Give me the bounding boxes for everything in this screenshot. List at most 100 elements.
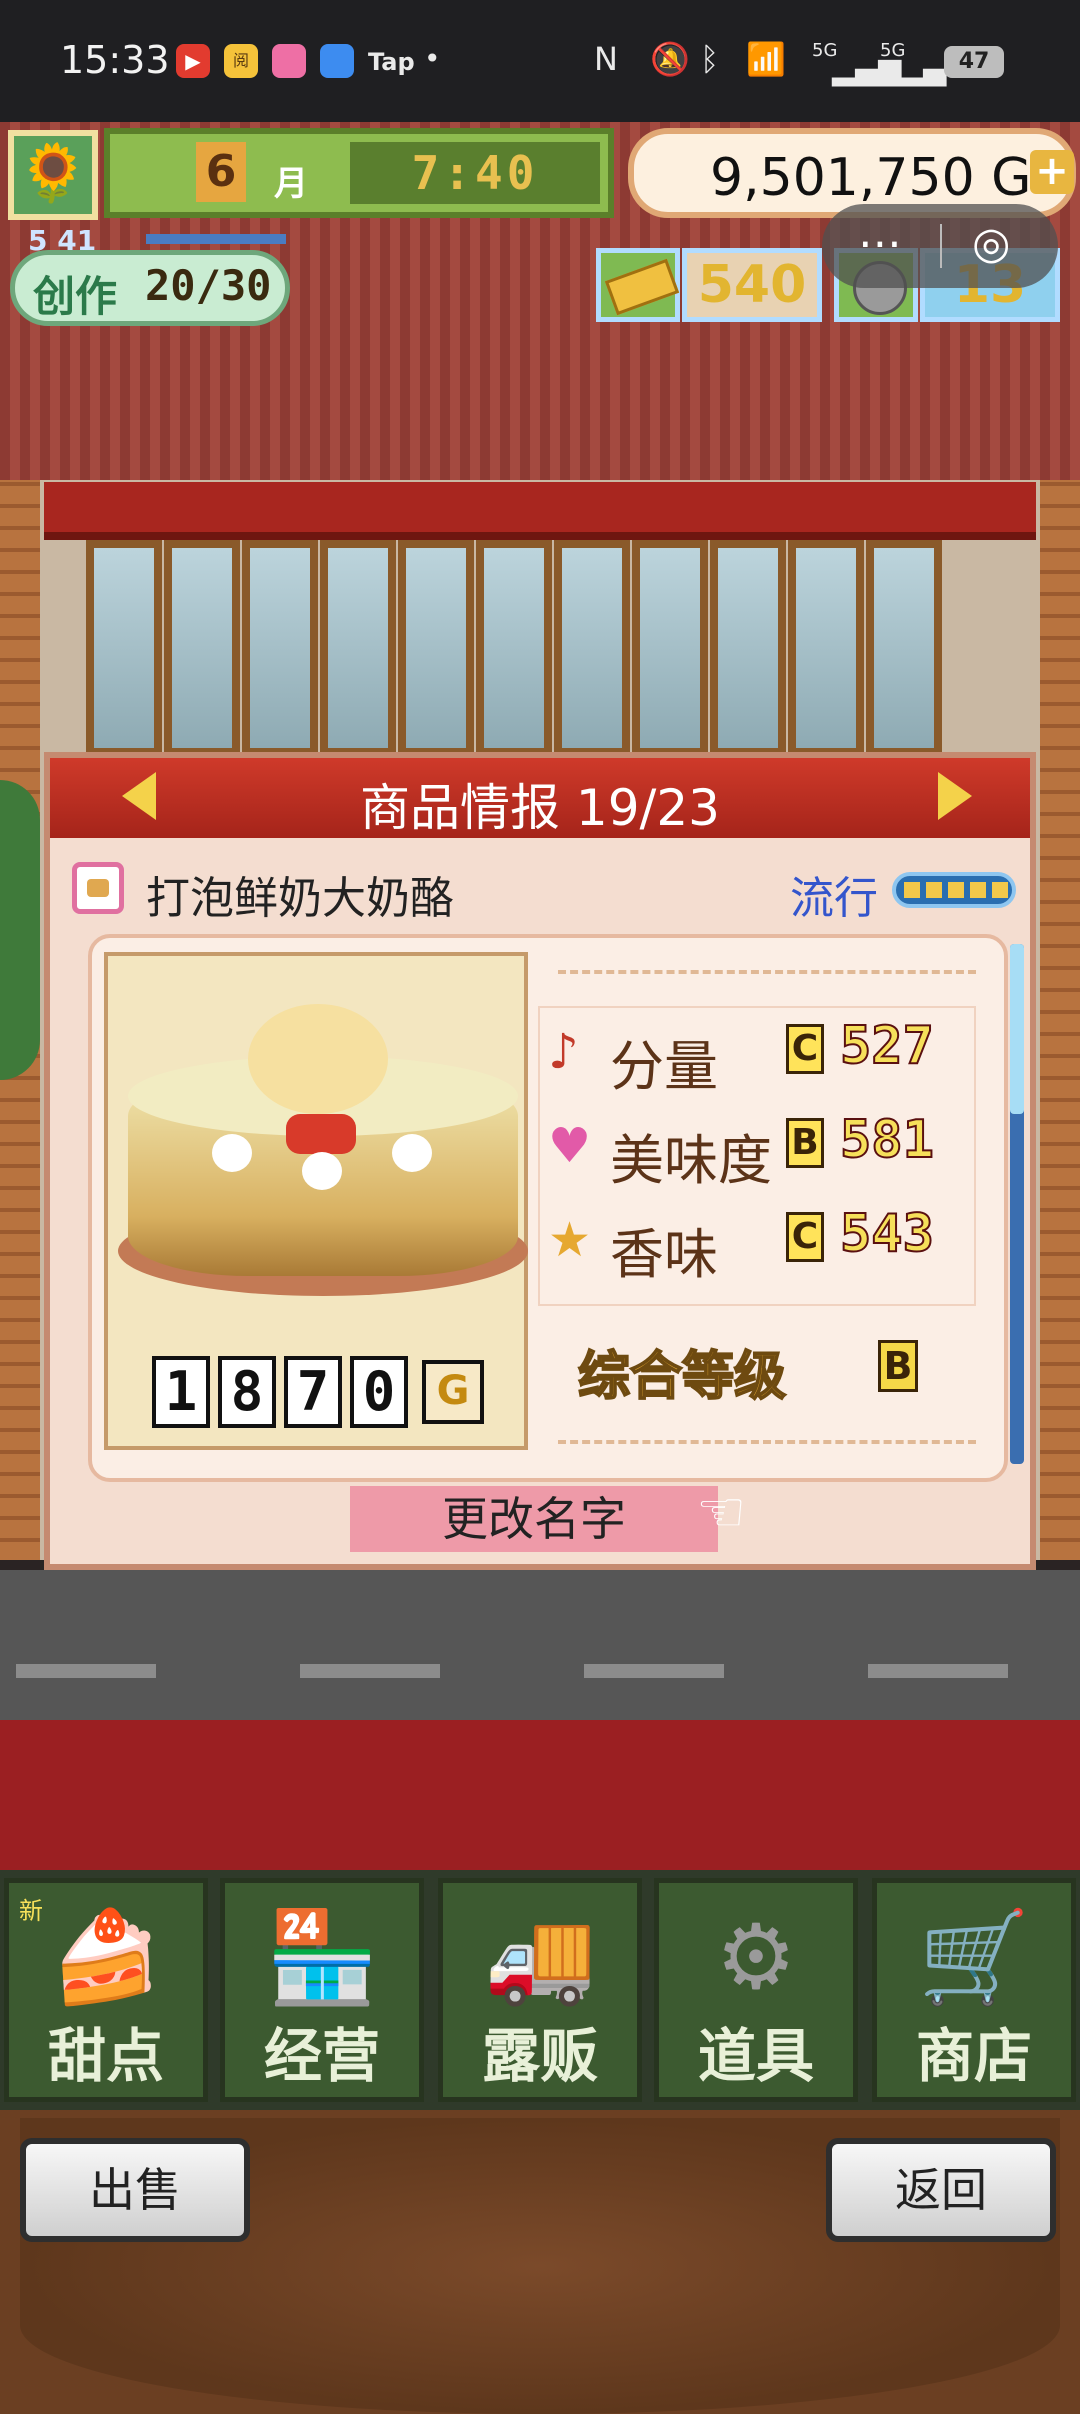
dialog-title-bar: 商品情报 19/23 bbox=[50, 758, 1030, 838]
trend-gauge-segment bbox=[992, 882, 1008, 898]
shop-window bbox=[866, 540, 942, 756]
shop-window bbox=[476, 540, 552, 756]
road-marking bbox=[300, 1664, 440, 1678]
price-digit: 0 bbox=[350, 1356, 408, 1428]
scrollbar-thumb[interactable] bbox=[1010, 944, 1024, 1114]
month-number: 6 bbox=[196, 142, 246, 202]
shop-window bbox=[710, 540, 786, 756]
cart-icon: 🛒 bbox=[917, 1905, 1031, 2010]
shop-window bbox=[398, 540, 474, 756]
rank-progress-bar bbox=[146, 234, 286, 244]
stat-row-aroma: ★ 香味 C 543 bbox=[540, 1196, 978, 1286]
trend-gauge-segment bbox=[904, 882, 920, 898]
tree-left bbox=[0, 780, 40, 1080]
shop-window bbox=[242, 540, 318, 756]
trend-gauge-segment bbox=[948, 882, 964, 898]
month-unit: 月 bbox=[274, 164, 308, 204]
trend-gauge bbox=[892, 872, 1016, 908]
cake-icon: 🍰 bbox=[49, 1905, 163, 2010]
ticket-count: 540 bbox=[682, 248, 822, 322]
price-digit: 8 bbox=[218, 1356, 276, 1428]
back-button[interactable]: 返回 bbox=[826, 2138, 1056, 2242]
cream-dollop bbox=[302, 1152, 342, 1190]
red-carpet bbox=[0, 1720, 1080, 1870]
cream-dollop bbox=[212, 1134, 252, 1172]
pointing-hand-icon: ☜ bbox=[696, 1480, 747, 1545]
date-display: 6 月 7:40 bbox=[104, 128, 614, 218]
gold-amount: 9,501,750 G bbox=[710, 148, 1032, 208]
price-digit: 7 bbox=[284, 1356, 342, 1428]
sunflower-icon[interactable]: 🌻 bbox=[8, 130, 98, 220]
notification-dot: • bbox=[424, 42, 441, 75]
pill-divider bbox=[940, 224, 942, 268]
nav-label: 甜点 bbox=[47, 2022, 164, 2090]
stat-name: 香味 bbox=[610, 1223, 718, 1286]
overall-rating-row: 综合等级 B bbox=[538, 1334, 976, 1408]
product-image-frame: 1 8 7 0 G bbox=[104, 952, 528, 1450]
gold-ticket-icon bbox=[596, 248, 680, 322]
reading-app-icon: 阅 bbox=[224, 44, 258, 78]
cream-scoop bbox=[248, 1004, 388, 1114]
road-marking bbox=[584, 1664, 724, 1678]
product-info-dialog: 商品情报 19/23 打泡鲜奶大奶酪 流行 1 8 7 0 G ♪ 分量 C 5… bbox=[44, 752, 1036, 1570]
road-marking bbox=[16, 1664, 156, 1678]
stat-row-volume: ♪ 分量 C 527 bbox=[540, 1008, 978, 1098]
sell-button[interactable]: 出售 bbox=[20, 2138, 250, 2242]
more-dots-icon[interactable]: ⋯ bbox=[858, 218, 902, 269]
rename-button[interactable]: 更改名字 bbox=[350, 1486, 718, 1552]
ticket-shape bbox=[604, 258, 680, 316]
status-bar: 15:33 ▶ 阅 Tap • N 🔕 ᛒ 📶 5G ▂▄▆ 5G ▂▄ 47 bbox=[0, 0, 1080, 122]
shopping-app-icon bbox=[272, 44, 306, 78]
next-product-arrow-icon[interactable] bbox=[938, 772, 972, 820]
food-truck-icon: 🚚 bbox=[483, 1905, 597, 2010]
game-clock: 7:40 bbox=[350, 142, 600, 204]
overall-rating-grade: B bbox=[878, 1340, 918, 1392]
overall-rating-label: 综合等级 bbox=[577, 1346, 787, 1408]
stats-box: ♪ 分量 C 527 ♥ 美味度 B 581 ★ 香味 C 543 bbox=[538, 1006, 976, 1306]
nav-store[interactable]: 🛒 商店 bbox=[872, 1878, 1076, 2102]
nav-sweets[interactable]: 新 🍰 甜点 bbox=[4, 1878, 208, 2102]
mute-bell-icon: 🔕 bbox=[650, 40, 690, 78]
stat-value: 527 bbox=[839, 1015, 935, 1077]
price-digit: 1 bbox=[152, 1356, 210, 1428]
divider bbox=[558, 1440, 976, 1444]
shop-awning bbox=[44, 482, 1036, 540]
shop-window bbox=[554, 540, 630, 756]
nav-label: 商店 bbox=[915, 2022, 1032, 2090]
nav-label: 露贩 bbox=[481, 2022, 598, 2090]
create-count: 20/30 bbox=[145, 261, 272, 310]
heart-icon: ♥ bbox=[548, 1118, 592, 1174]
stat-value: 581 bbox=[839, 1109, 935, 1171]
stat-grade: C bbox=[786, 1212, 824, 1262]
stat-grade: B bbox=[786, 1118, 824, 1168]
stat-value: 543 bbox=[839, 1203, 935, 1265]
stat-name: 美味度 bbox=[610, 1129, 772, 1192]
trend-gauge-segment bbox=[970, 882, 986, 898]
battery-icon: 47 bbox=[944, 46, 1004, 78]
nav-items[interactable]: ⚙ 道具 bbox=[654, 1878, 858, 2102]
tap-app-label: Tap bbox=[368, 48, 415, 76]
scrollbar[interactable] bbox=[1010, 944, 1024, 1464]
floating-overlay-menu[interactable]: ⋯ ◎ bbox=[822, 204, 1058, 288]
target-icon[interactable]: ◎ bbox=[972, 218, 1010, 269]
divider bbox=[558, 970, 976, 974]
nav-label: 道具 bbox=[697, 2022, 814, 2090]
add-gold-button[interactable]: + bbox=[1030, 150, 1074, 194]
cream-dollop bbox=[392, 1134, 432, 1172]
nav-management[interactable]: 🏪 经营 bbox=[220, 1878, 424, 2102]
signal-bars-2-icon: ▂▄ bbox=[900, 52, 947, 87]
ribbon-bow bbox=[286, 1114, 356, 1154]
stat-name: 分量 bbox=[610, 1035, 718, 1098]
create-status[interactable]: 5 41 创作 20/30 bbox=[10, 224, 290, 328]
music-note-icon: ♪ bbox=[548, 1024, 579, 1080]
bottom-nav: 新 🍰 甜点 🏪 经营 🚚 露贩 ⚙ 道具 🛒 商店 bbox=[0, 1870, 1080, 2110]
create-label: 创作 bbox=[33, 272, 118, 321]
street bbox=[0, 1570, 1080, 1720]
create-count-box: 创作 20/30 bbox=[10, 250, 290, 326]
star-icon: ★ bbox=[548, 1212, 592, 1268]
status-time: 15:33 bbox=[60, 38, 170, 82]
shop-window bbox=[164, 540, 240, 756]
nav-label: 经营 bbox=[263, 2022, 380, 2090]
nav-food-truck[interactable]: 🚚 露贩 bbox=[438, 1878, 642, 2102]
nfc-icon: N bbox=[594, 40, 618, 78]
